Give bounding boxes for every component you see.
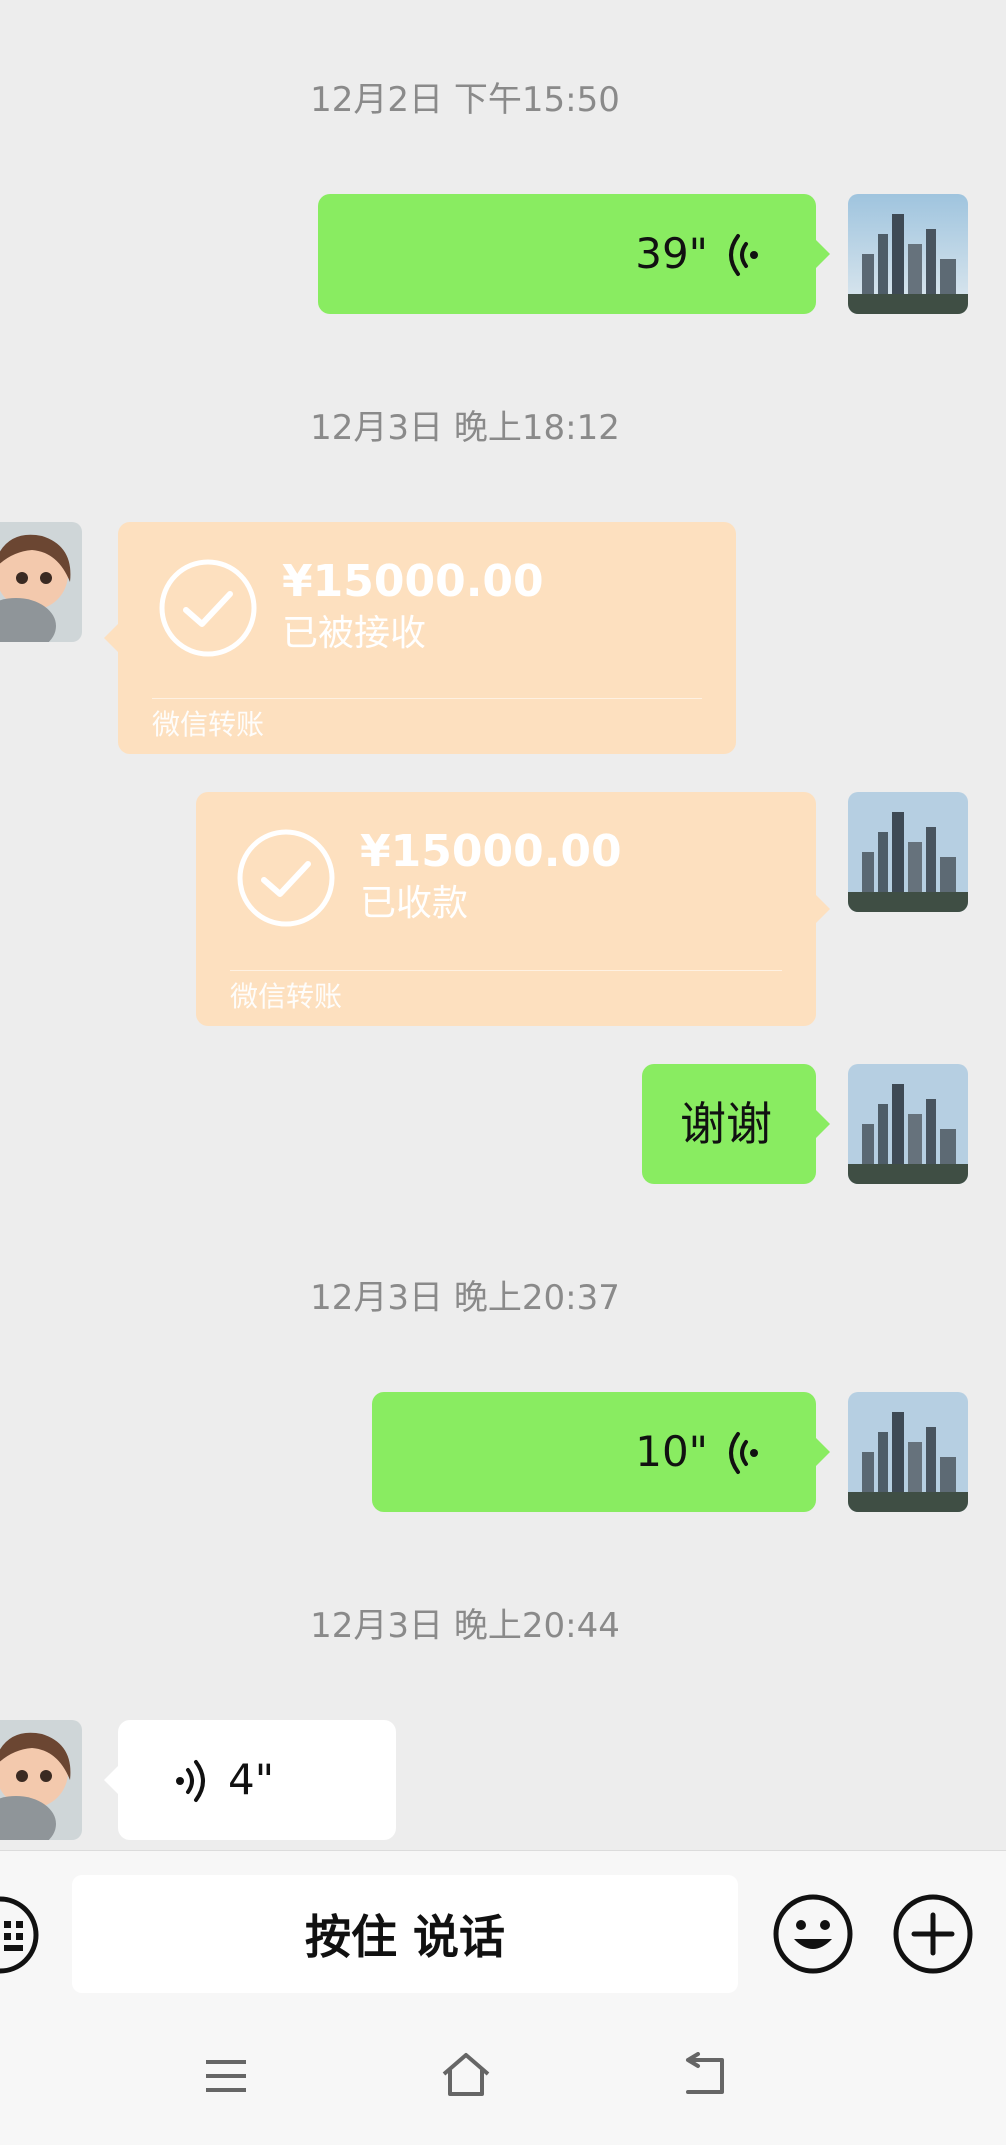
menu-icon[interactable] (204, 2056, 248, 2096)
emoji-icon[interactable] (772, 1893, 854, 1975)
divider (230, 970, 782, 971)
timestamp: 12月3日 晚上20:37 (310, 1278, 620, 1318)
hold-to-talk-label: 按住 说话 (304, 1910, 505, 1964)
plus-icon[interactable] (892, 1893, 974, 1975)
my-avatar[interactable] (848, 194, 968, 314)
voice-message-bubble[interactable]: 39" (318, 194, 830, 314)
transfer-amount: ¥15000.00 (282, 556, 544, 607)
timestamp: 12月3日 晚上18:12 (310, 408, 620, 448)
transfer-collected-card[interactable]: ¥15000.00 已收款 微信转账 (196, 792, 830, 1026)
voice-wave-icon (729, 234, 758, 276)
voice-wave-icon (176, 1760, 205, 1802)
voice-wave-icon (729, 1432, 758, 1474)
transfer-label: 微信转账 (230, 980, 343, 1013)
voice-duration: 39" (635, 229, 708, 278)
voice-message-bubble[interactable]: 4" (104, 1720, 396, 1840)
timestamp: 12月2日 下午15:50 (310, 80, 620, 120)
back-icon[interactable] (682, 2052, 730, 2098)
divider (152, 698, 702, 699)
text-message-bubble[interactable]: 谢谢 (642, 1064, 830, 1184)
contact-avatar[interactable] (0, 522, 82, 642)
system-nav-bar (0, 2010, 1006, 2145)
voice-duration: 4" (228, 1755, 275, 1804)
transfer-received-card[interactable]: ¥15000.00 已被接收 微信转账 (104, 522, 736, 754)
transfer-label: 微信转账 (152, 708, 265, 741)
transfer-status: 已被接收 (282, 613, 427, 654)
check-circle-icon (237, 829, 335, 927)
timestamp: 12月3日 晚上20:44 (310, 1606, 620, 1646)
voice-duration: 10" (635, 1427, 708, 1476)
my-avatar[interactable] (848, 792, 968, 912)
message-text: 谢谢 (680, 1097, 772, 1151)
keyboard-icon[interactable] (0, 1895, 40, 1975)
my-avatar[interactable] (848, 1392, 968, 1512)
home-icon[interactable] (440, 2050, 492, 2098)
voice-message-bubble[interactable]: 10" (372, 1392, 830, 1512)
input-bar: 按住 说话 (0, 1850, 1006, 2011)
my-avatar[interactable] (848, 1064, 968, 1184)
transfer-status: 已收款 (360, 883, 469, 924)
contact-avatar[interactable] (0, 1720, 82, 1840)
transfer-amount: ¥15000.00 (360, 826, 622, 877)
hold-to-talk-button[interactable]: 按住 说话 (72, 1875, 738, 1993)
check-circle-icon (159, 559, 257, 657)
